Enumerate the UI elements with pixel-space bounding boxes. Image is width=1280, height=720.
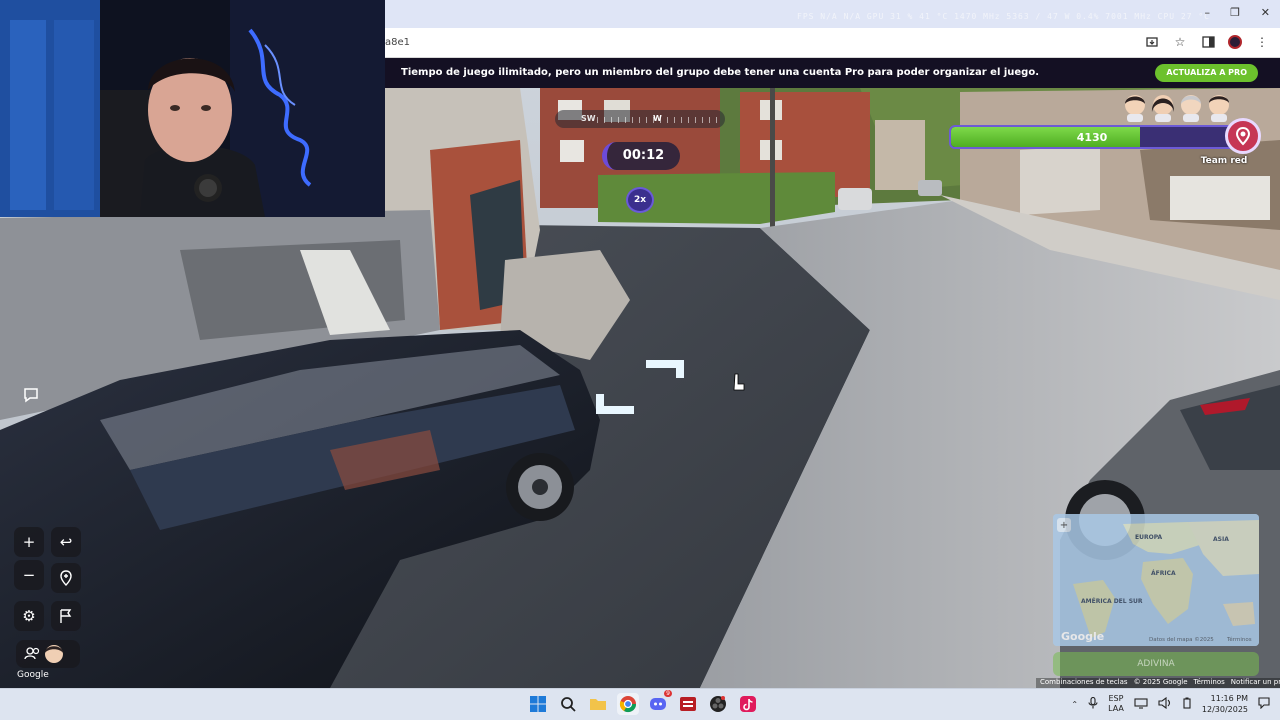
streamer-image	[0, 0, 385, 217]
clock-date: 12/30/2025	[1201, 705, 1248, 714]
webcam-feed	[0, 0, 385, 217]
file-explorer-icon[interactable]	[587, 693, 609, 715]
minimize-button[interactable]: –	[1205, 6, 1211, 19]
show-hidden-icons-icon[interactable]: ⌃	[1071, 700, 1078, 709]
install-app-icon[interactable]	[1144, 34, 1160, 50]
player-avatar	[1151, 95, 1175, 122]
return-to-start-icon[interactable]	[51, 563, 81, 593]
google-watermark: Google	[17, 670, 49, 680]
obs-icon[interactable]	[707, 693, 729, 715]
team-avatars	[1122, 92, 1232, 122]
address-bar-actions: ☆ ⋮	[1144, 34, 1270, 50]
team-health-bar: 4130	[949, 125, 1235, 149]
keyboard-layout: LAA	[1108, 704, 1124, 713]
upgrade-banner: Tiempo de juego ilimitado, pero un miemb…	[385, 58, 1280, 88]
terms-link[interactable]: Términos	[1194, 678, 1225, 688]
chat-icon[interactable]	[16, 380, 46, 410]
damage-multiplier-badge: 2x	[626, 187, 654, 213]
input-language[interactable]: ESP LAA	[1108, 694, 1124, 714]
map-zoom-in-button[interactable]: +	[1057, 518, 1071, 532]
side-panel-icon[interactable]	[1200, 34, 1216, 50]
search-icon[interactable]	[557, 693, 579, 715]
hardware-stats-overlay: FPS N/A N/A GPU 31 % 41 °C 1470 MHz 5363…	[797, 12, 1210, 21]
clock[interactable]: 11:16 PM 12/30/2025	[1202, 693, 1248, 715]
map-data-text: Datos del mapa ©2025	[1149, 637, 1214, 643]
upgrade-pro-button[interactable]: ACTUALIZA A PRO	[1155, 64, 1258, 82]
map-label-europe: EUROPA	[1135, 534, 1163, 541]
compass: SW W	[555, 110, 725, 128]
microphone-icon[interactable]	[1088, 696, 1098, 711]
team-label: Team red	[1200, 156, 1248, 166]
clock-time: 11:16 PM	[1210, 694, 1248, 703]
guess-minimap[interactable]: EUROPA ASIA ÁFRICA AMÉRICA DEL SUR + Goo…	[1053, 514, 1259, 646]
zoom-out-button[interactable]: −	[14, 560, 44, 590]
volume-icon[interactable]	[1158, 696, 1172, 711]
map-terms-link[interactable]: Términos	[1227, 637, 1252, 643]
keyboard-shortcuts-link[interactable]: Combinaciones de teclas	[1040, 678, 1128, 688]
report-problem-link[interactable]: Notificar un problema	[1231, 678, 1280, 688]
settings-gear-icon[interactable]: ⚙	[14, 601, 44, 631]
address-bar[interactable]: a8e1 ☆ ⋮	[385, 28, 1280, 58]
map-label-asia: ASIA	[1213, 536, 1229, 543]
player-avatar	[1181, 95, 1201, 122]
undo-move-button[interactable]: ↩	[51, 527, 81, 557]
guess-button[interactable]: ADIVINA	[1053, 652, 1259, 676]
flag-icon[interactable]	[51, 601, 81, 631]
round-timer: 00:12	[602, 142, 680, 170]
map-google-watermark: Google	[1061, 630, 1105, 643]
system-tray: ⌃ ESP LAA 11:16 PM 12/30/2025	[1071, 693, 1270, 715]
map-label-south-america: AMÉRICA DEL SUR	[1081, 598, 1143, 605]
profile-avatar[interactable]	[1228, 35, 1242, 49]
players-icon	[24, 645, 63, 663]
discord-icon[interactable]: 9	[647, 690, 672, 715]
compass-sw-label: SW	[581, 114, 596, 123]
notification-badge: 9	[664, 690, 672, 697]
close-button[interactable]: ✕	[1261, 6, 1270, 19]
party-members-button[interactable]	[16, 640, 80, 668]
browser-titlebar: FPS N/A N/A GPU 31 % 41 °C 1470 MHz 5363…	[385, 0, 1280, 28]
compass-w-label: W	[653, 114, 662, 123]
network-icon[interactable]	[1134, 697, 1148, 711]
windows-start-icon[interactable]	[527, 693, 549, 715]
streetview-footer: Combinaciones de teclas © 2025 Google Té…	[1036, 678, 1280, 688]
chrome-icon[interactable]	[617, 693, 639, 715]
team-location-pin-icon	[1225, 118, 1261, 154]
tiktok-icon[interactable]	[737, 693, 759, 715]
notifications-icon[interactable]	[1258, 697, 1270, 711]
maximize-button[interactable]: ❐	[1230, 6, 1240, 19]
url-text[interactable]: a8e1	[385, 37, 410, 48]
copyright-text: © 2025 Google	[1133, 678, 1188, 686]
bookmark-star-icon[interactable]: ☆	[1172, 34, 1188, 50]
zoom-in-button[interactable]: +	[14, 527, 44, 557]
banner-text: Tiempo de juego ilimitado, pero un miemb…	[401, 67, 1040, 78]
windows-taskbar: 9 ⌃ ESP LAA 11:16 PM 12/30/2025	[0, 688, 1280, 720]
map-label-africa: ÁFRICA	[1151, 570, 1176, 577]
screen: FPS N/A N/A GPU 31 % 41 °C 1470 MHz 5363…	[0, 0, 1280, 720]
battery-icon[interactable]	[1182, 697, 1192, 711]
health-value: 4130	[1076, 131, 1108, 144]
media-app-icon[interactable]	[677, 693, 699, 715]
player-avatar	[1125, 95, 1145, 122]
player-avatar	[1209, 95, 1229, 122]
language-code: ESP	[1108, 694, 1124, 703]
taskbar-apps: 9	[527, 690, 759, 715]
more-menu-icon[interactable]: ⋮	[1254, 34, 1270, 50]
